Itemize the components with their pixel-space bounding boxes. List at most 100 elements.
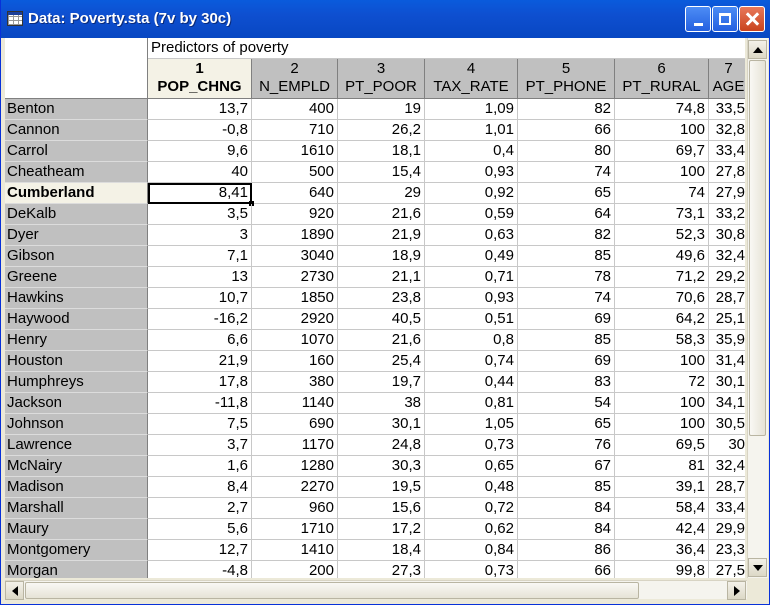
data-cell[interactable]: 85 [518,477,615,498]
data-cell[interactable]: 0,93 [425,288,518,309]
data-cell[interactable]: 74 [615,183,709,204]
data-cell[interactable]: 21,6 [338,204,425,225]
data-cell[interactable]: 64,2 [615,309,709,330]
data-cell[interactable]: 85 [518,330,615,351]
data-cell[interactable]: 0,4 [425,141,518,162]
data-cell[interactable]: 34,1 [709,393,745,414]
data-cell[interactable]: 18,9 [338,246,425,267]
data-cell[interactable]: 0,65 [425,456,518,477]
row-header[interactable]: McNairy [5,456,148,477]
selected-cell[interactable]: 8,41 [148,183,252,204]
data-cell[interactable]: 78 [518,267,615,288]
data-cell[interactable]: 33,4 [709,498,745,519]
data-cell[interactable]: 35,9 [709,330,745,351]
row-header[interactable]: Madison [5,477,148,498]
data-cell[interactable]: 21,1 [338,267,425,288]
data-cell[interactable]: 2270 [252,477,338,498]
grid-corner[interactable] [5,38,148,99]
row-header[interactable]: Gibson [5,246,148,267]
data-cell[interactable]: 31,4 [709,351,745,372]
scroll-down-button[interactable] [748,558,767,577]
data-cell[interactable]: 67 [518,456,615,477]
data-cell[interactable]: 49,6 [615,246,709,267]
data-cell[interactable]: 54 [518,393,615,414]
data-cell[interactable]: 400 [252,99,338,120]
data-cell[interactable]: 160 [252,351,338,372]
data-cell[interactable]: 5,6 [148,519,252,540]
data-cell[interactable]: 0,8 [425,330,518,351]
data-cell[interactable]: 29,9 [709,519,745,540]
data-cell[interactable]: 1,01 [425,120,518,141]
data-cell[interactable]: 32,8 [709,120,745,141]
data-cell[interactable]: 58,3 [615,330,709,351]
data-cell[interactable]: 40,5 [338,309,425,330]
data-cell[interactable]: 66 [518,561,615,578]
row-header[interactable]: Greene [5,267,148,288]
size-grip[interactable] [747,580,768,600]
data-cell[interactable]: 30,5 [709,414,745,435]
row-header[interactable]: Lawrence [5,435,148,456]
data-cell[interactable]: 83 [518,372,615,393]
row-header[interactable]: Marshall [5,498,148,519]
data-cell[interactable]: 1850 [252,288,338,309]
data-cell[interactable]: 42,4 [615,519,709,540]
data-cell[interactable]: 70,6 [615,288,709,309]
data-cell[interactable]: 0,44 [425,372,518,393]
data-cell[interactable]: 74,8 [615,99,709,120]
data-cell[interactable]: 3,7 [148,435,252,456]
data-grid[interactable]: Predictors of poverty 1 POP_CHNG 2 N_EMPLD 3… [5,38,745,578]
row-header[interactable]: Humphreys [5,372,148,393]
row-header[interactable]: Dyer [5,225,148,246]
title-bar[interactable]: Data: Poverty.sta (7v by 30c) [1,0,770,38]
data-cell[interactable]: 73,1 [615,204,709,225]
row-header[interactable]: Morgan [5,561,148,578]
spreadsheet-icon[interactable] [7,11,23,26]
row-header[interactable]: Johnson [5,414,148,435]
data-cell[interactable]: 15,6 [338,498,425,519]
data-cell[interactable]: 84 [518,498,615,519]
data-cell[interactable]: 36,4 [615,540,709,561]
data-cell[interactable]: 25,1 [709,309,745,330]
data-cell[interactable]: 1070 [252,330,338,351]
data-cell[interactable]: 1710 [252,519,338,540]
data-cell[interactable]: 65 [518,183,615,204]
data-cell[interactable]: 1,09 [425,99,518,120]
data-cell[interactable]: 19 [338,99,425,120]
data-cell[interactable]: 17,2 [338,519,425,540]
data-cell[interactable]: 1,05 [425,414,518,435]
row-header[interactable]: Haywood [5,309,148,330]
data-cell[interactable]: 33,2 [709,204,745,225]
data-cell[interactable]: 920 [252,204,338,225]
data-cell[interactable]: 65 [518,414,615,435]
data-cell[interactable]: 85 [518,246,615,267]
data-cell[interactable]: 0,51 [425,309,518,330]
data-cell[interactable]: 69 [518,351,615,372]
data-cell[interactable]: 0,59 [425,204,518,225]
data-cell[interactable]: -0,8 [148,120,252,141]
data-cell[interactable]: 0,71 [425,267,518,288]
data-cell[interactable]: 99,8 [615,561,709,578]
scroll-left-button[interactable] [5,581,24,600]
data-cell[interactable]: -16,2 [148,309,252,330]
data-cell[interactable]: 19,7 [338,372,425,393]
row-header[interactable]: Cheatheam [5,162,148,183]
data-cell[interactable]: 24,8 [338,435,425,456]
data-cell[interactable]: 30,1 [709,372,745,393]
data-cell[interactable]: 33,5 [709,99,745,120]
data-cell[interactable]: 27,8 [709,162,745,183]
data-cell[interactable]: 0,63 [425,225,518,246]
data-cell[interactable]: 21,9 [148,351,252,372]
data-cell[interactable]: 40 [148,162,252,183]
data-cell[interactable]: 1170 [252,435,338,456]
data-cell[interactable]: 0,49 [425,246,518,267]
maximize-button[interactable] [712,6,738,32]
data-cell[interactable]: 19,5 [338,477,425,498]
scroll-up-button[interactable] [748,40,767,59]
data-cell[interactable]: 0,74 [425,351,518,372]
data-cell[interactable]: 12,7 [148,540,252,561]
data-cell[interactable]: 81 [615,456,709,477]
data-cell[interactable]: 100 [615,162,709,183]
row-header[interactable]: Maury [5,519,148,540]
data-cell[interactable]: 18,4 [338,540,425,561]
data-cell[interactable]: 80 [518,141,615,162]
